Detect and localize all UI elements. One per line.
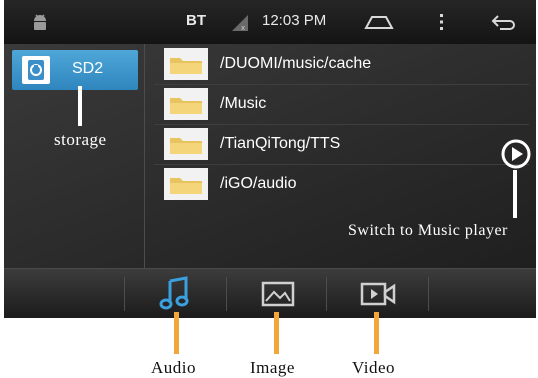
tab-divider	[226, 277, 227, 311]
folder-row[interactable]: /Music	[154, 86, 529, 125]
audio-callout-label: Audio	[151, 358, 196, 377]
bluetooth-status-label: BT	[186, 12, 206, 29]
svg-text:x: x	[241, 24, 245, 32]
home-icon[interactable]	[364, 14, 394, 30]
play-circle-icon[interactable]	[500, 138, 532, 170]
image-callout-line	[274, 312, 279, 354]
folder-path: /iGO/audio	[220, 175, 297, 192]
media-tab-bar	[4, 268, 536, 318]
tab-divider	[428, 277, 429, 311]
folder-icon	[164, 88, 208, 120]
tab-divider	[124, 277, 125, 311]
sd-card-icon	[22, 56, 50, 84]
tab-image[interactable]	[258, 273, 298, 313]
audio-callout-line	[174, 312, 179, 354]
video-callout-line	[374, 312, 379, 354]
image-callout-label: Image	[250, 358, 295, 377]
folder-row[interactable]: /iGO/audio	[154, 166, 529, 204]
image-icon	[261, 281, 295, 307]
folder-icon	[164, 168, 208, 200]
video-callout-label: Video	[352, 358, 396, 377]
folder-path: /DUOMI/music/cache	[220, 55, 372, 72]
android-debug-icon	[34, 14, 46, 30]
storage-item-sd2[interactable]: SD2	[12, 50, 138, 90]
music-note-icon	[159, 276, 189, 310]
switch-player-callout-line	[513, 170, 517, 218]
tab-video[interactable]	[358, 273, 398, 313]
folder-icon	[164, 128, 208, 160]
tab-audio[interactable]	[156, 273, 196, 313]
status-bar: BT x 12:03 PM	[4, 0, 536, 45]
overflow-menu-icon[interactable]	[439, 12, 445, 32]
device-screen: BT x 12:03 PM SD2 /DUOMI/music/cache /Mu…	[4, 0, 536, 318]
switch-player-callout-label: Switch to Music player	[348, 222, 508, 239]
folder-row[interactable]: /TianQiTong/TTS	[154, 126, 529, 165]
storage-callout-line	[78, 86, 82, 126]
clock-time: 12:03 PM	[262, 12, 327, 29]
back-icon[interactable]	[490, 13, 518, 31]
folder-row[interactable]: /DUOMI/music/cache	[154, 46, 529, 85]
video-icon	[360, 282, 396, 306]
tab-divider	[326, 277, 327, 311]
storage-callout-label: storage	[54, 130, 107, 149]
storage-item-label: SD2	[72, 60, 104, 77]
folder-icon	[164, 48, 208, 80]
signal-icon: x	[232, 15, 248, 32]
folder-path: /TianQiTong/TTS	[220, 135, 341, 152]
folder-path: /Music	[220, 95, 267, 112]
